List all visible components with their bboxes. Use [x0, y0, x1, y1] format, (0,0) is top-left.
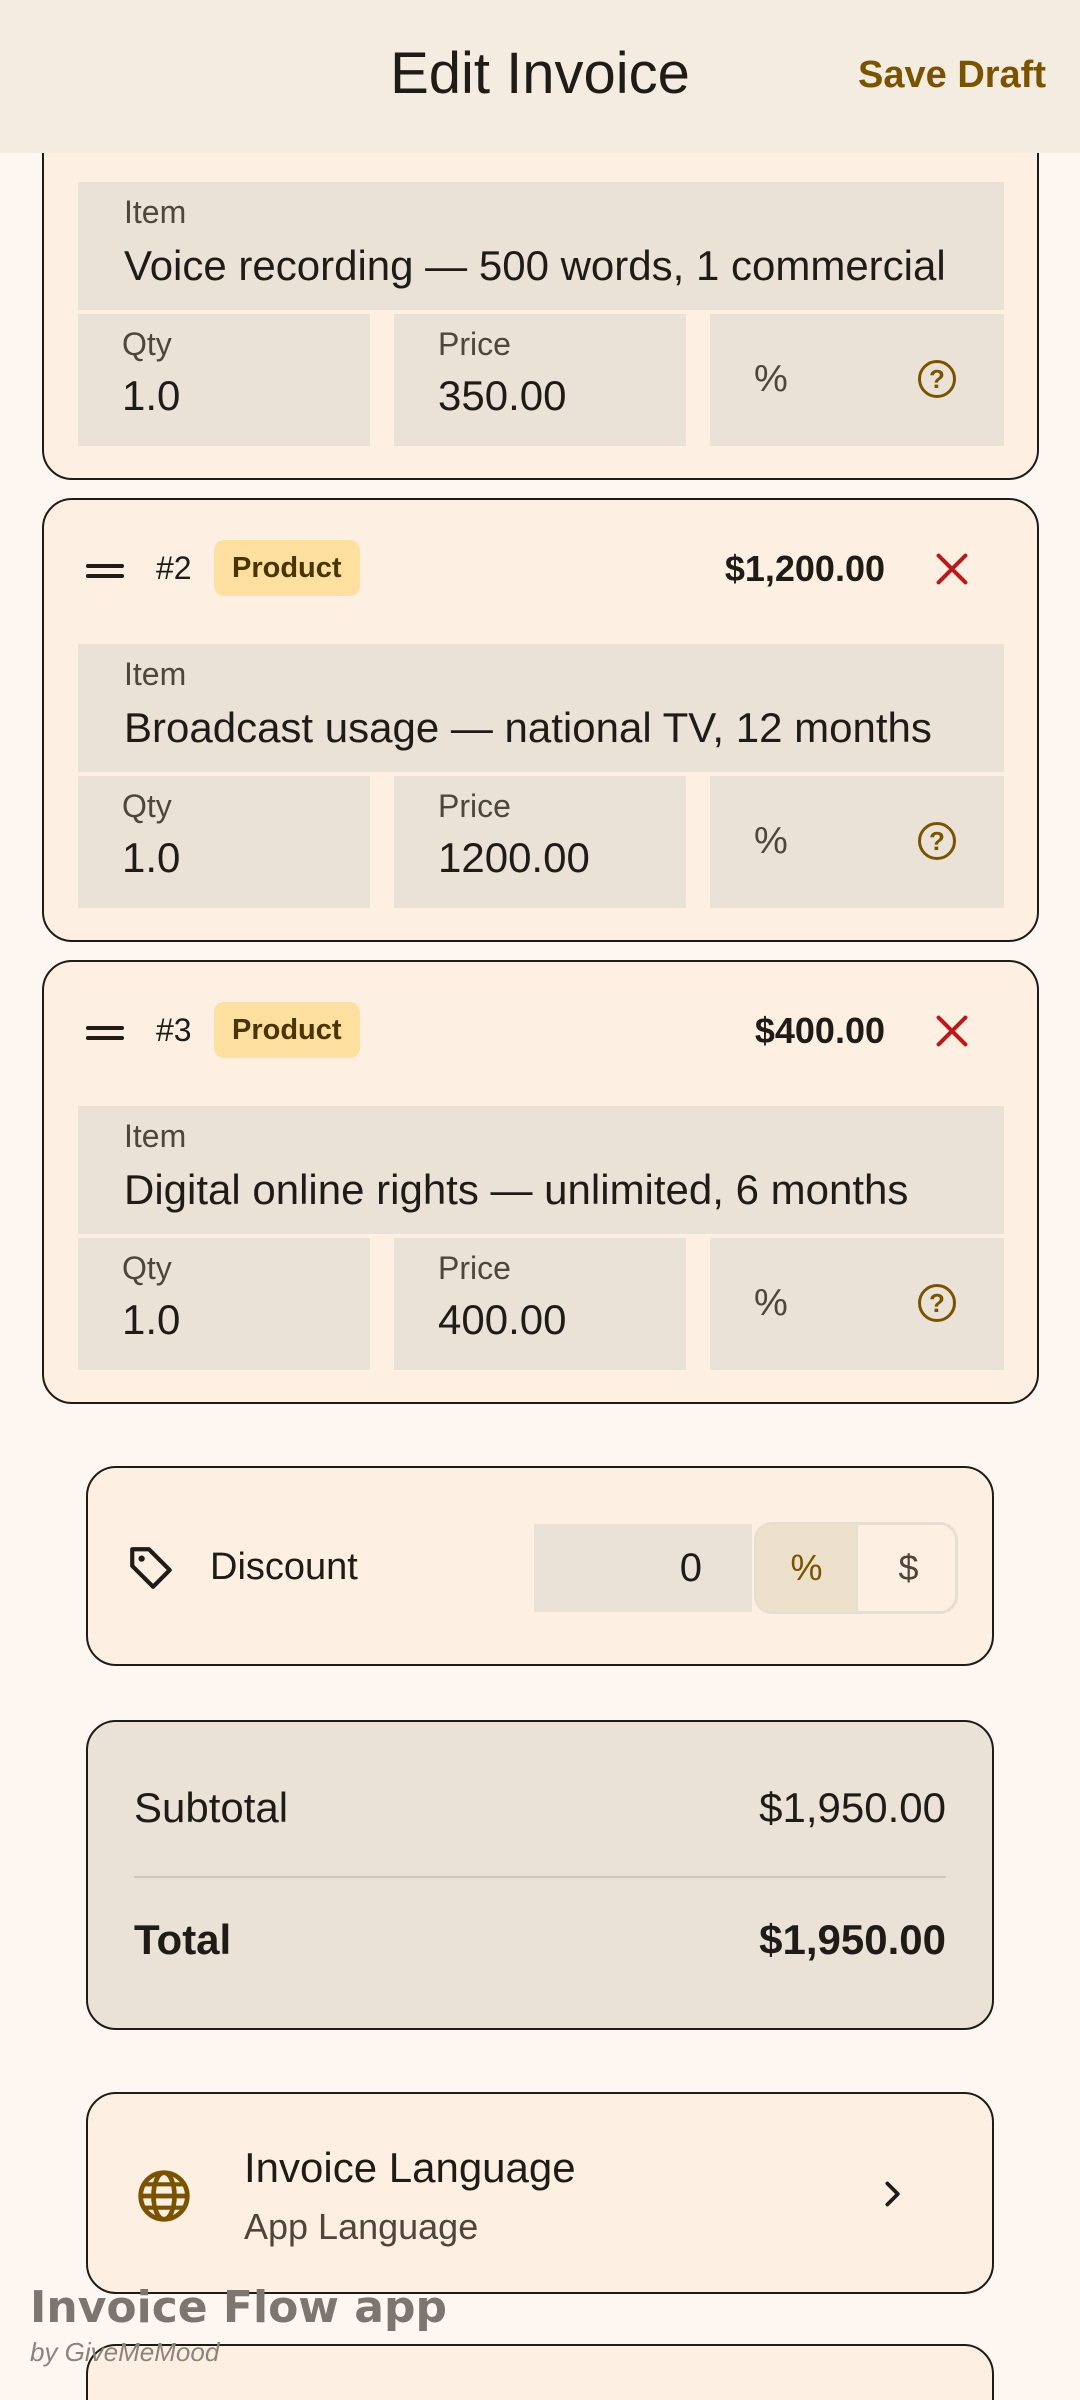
total-row: Total $1,950.00 [134, 1916, 946, 1964]
subtotal-value: $1,950.00 [759, 1784, 946, 1831]
item-label: Item [124, 194, 187, 230]
discount-label: Discount [210, 1546, 358, 1588]
price-label: Price [438, 788, 511, 824]
qty-label: Qty [122, 788, 172, 824]
discount-card: Discount 0 % $ [86, 1466, 994, 1666]
price-value: 1200.00 [438, 834, 590, 881]
item-amount: $400.00 [754, 1010, 885, 1051]
item-discount-field[interactable]: % ? [710, 314, 1004, 446]
qty-value: 1.0 [122, 372, 181, 419]
price-field[interactable]: Price 350.00 [394, 314, 686, 446]
invoice-language-row[interactable]: Invoice Language App Language [86, 2092, 994, 2294]
item-number: #3 [156, 1012, 192, 1048]
totals-card: Subtotal $1,950.00 Total $1,950.00 [86, 1720, 994, 2030]
item-label: Item [124, 656, 187, 692]
price-label: Price [438, 326, 511, 362]
percent-label: % [754, 1282, 788, 1324]
help-icon[interactable]: ? [918, 1284, 956, 1322]
subtotal-row: Subtotal $1,950.00 [134, 1784, 946, 1832]
price-value: 350.00 [438, 372, 567, 419]
line-item-card: #3 Product $400.00 Item Digital online r… [42, 960, 1039, 1404]
item-value: Digital online rights — unlimited, 6 mon… [124, 1166, 909, 1213]
line-item-card: #2 Product $1,200.00 Item Broadcast usag… [42, 498, 1039, 942]
percent-toggle-button[interactable]: % [757, 1525, 858, 1611]
item-discount-field[interactable]: % ? [710, 776, 1004, 908]
subtotal-label: Subtotal [134, 1784, 289, 1831]
tag-icon [130, 1547, 172, 1589]
drag-handle-icon[interactable] [86, 1026, 124, 1040]
dollar-toggle-button[interactable]: $ [858, 1525, 955, 1611]
globe-icon [138, 2170, 190, 2222]
line-item-card: Item Voice recording — 500 words, 1 comm… [42, 100, 1039, 480]
price-label: Price [438, 1250, 511, 1286]
invoice-language-title: Invoice Language [244, 2144, 576, 2191]
item-type-badge: Product [214, 1002, 360, 1058]
total-value: $1,950.00 [759, 1916, 946, 1963]
item-amount: $1,200.00 [724, 548, 885, 589]
item-label: Item [124, 1118, 187, 1154]
price-field[interactable]: Price 400.00 [394, 1238, 686, 1370]
line-item-header: #2 Product $1,200.00 [44, 500, 1037, 640]
qty-value: 1.0 [122, 834, 181, 881]
item-type-badge: Product [214, 540, 360, 596]
save-draft-button[interactable]: Save Draft [858, 54, 1046, 97]
percent-label: % [754, 358, 788, 400]
qty-label: Qty [122, 1250, 172, 1286]
price-value: 400.00 [438, 1296, 567, 1343]
total-label: Total [134, 1916, 232, 1963]
qty-field[interactable]: Qty 1.0 [78, 314, 370, 446]
item-description-field[interactable]: Item Voice recording — 500 words, 1 comm… [78, 182, 1004, 310]
item-discount-field[interactable]: % ? [710, 1238, 1004, 1370]
chevron-right-icon [885, 2181, 900, 2207]
watermark: Invoice Flow app by GiveMeMood [30, 2282, 447, 2368]
remove-item-icon[interactable] [935, 1014, 969, 1048]
remove-item-icon[interactable] [935, 552, 969, 586]
app-bar: Edit Invoice Save Draft [0, 0, 1080, 153]
qty-field[interactable]: Qty 1.0 [78, 1238, 370, 1370]
invoice-language-value: App Language [244, 2206, 479, 2247]
help-icon[interactable]: ? [918, 822, 956, 860]
line-item-header: #3 Product $400.00 [44, 962, 1037, 1102]
watermark-title: Invoice Flow app [30, 2282, 447, 2333]
help-icon[interactable]: ? [918, 360, 956, 398]
discount-input[interactable]: 0 [534, 1524, 752, 1612]
item-description-field[interactable]: Item Digital online rights — unlimited, … [78, 1106, 1004, 1234]
drag-handle-icon[interactable] [86, 564, 124, 578]
item-description-field[interactable]: Item Broadcast usage — national TV, 12 m… [78, 644, 1004, 772]
percent-label: % [754, 820, 788, 862]
item-value: Broadcast usage — national TV, 12 months [124, 704, 932, 751]
item-number: #2 [156, 550, 192, 586]
price-field[interactable]: Price 1200.00 [394, 776, 686, 908]
item-value: Voice recording — 500 words, 1 commercia… [124, 242, 946, 289]
watermark-subtitle: by GiveMeMood [30, 2337, 220, 2367]
discount-type-toggle: % $ [754, 1522, 958, 1614]
qty-value: 1.0 [122, 1296, 181, 1343]
qty-field[interactable]: Qty 1.0 [78, 776, 370, 908]
divider [134, 1876, 946, 1878]
qty-label: Qty [122, 326, 172, 362]
